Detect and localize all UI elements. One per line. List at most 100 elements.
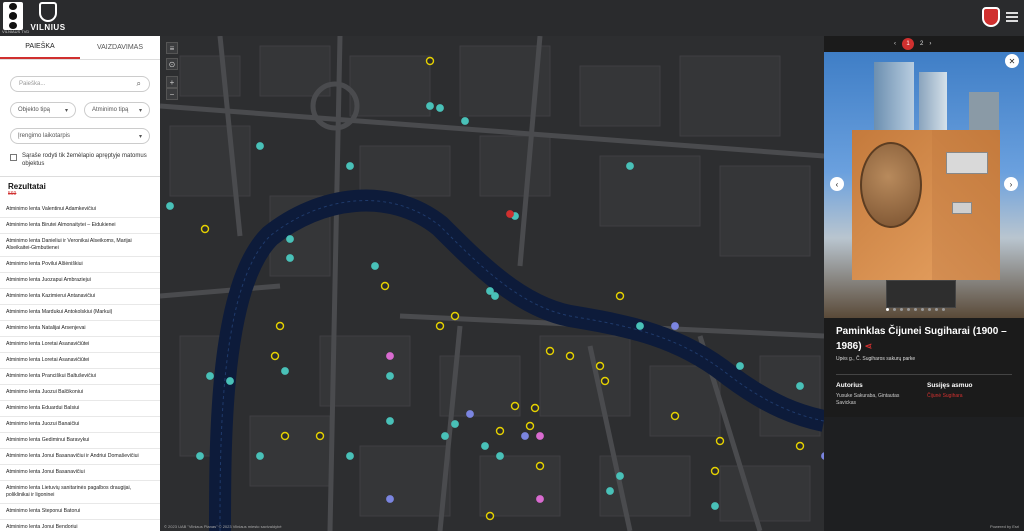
map-marker[interactable]	[226, 377, 234, 385]
next-photo-icon[interactable]: ›	[1004, 177, 1018, 191]
list-item[interactable]: Atminimo lenta Gediminui Baravykui	[0, 433, 160, 449]
map-marker[interactable]	[270, 351, 280, 361]
page-2[interactable]: 2	[920, 41, 923, 47]
zoom-in-button[interactable]: +	[166, 76, 178, 88]
memory-type-select[interactable]: Atminimo tipą ▾	[84, 102, 150, 118]
list-item[interactable]: Atminimo lenta Eduardui Balsiui	[0, 401, 160, 417]
map-marker[interactable]	[425, 56, 435, 66]
map-marker[interactable]	[521, 432, 529, 440]
list-item[interactable]: Atminimo lenta Juozui Banaičiui	[0, 417, 160, 433]
map-marker[interactable]	[315, 431, 325, 441]
map-marker[interactable]	[280, 431, 290, 441]
map-marker[interactable]	[736, 362, 744, 370]
list-item[interactable]: Atminimo lenta Kazimierui Antanavičiui	[0, 289, 160, 305]
map-marker[interactable]	[485, 511, 495, 521]
map-marker[interactable]	[206, 372, 214, 380]
locate-button[interactable]: ⊙	[166, 58, 178, 70]
map-marker[interactable]	[286, 235, 294, 243]
map-marker[interactable]	[451, 420, 459, 428]
map-marker[interactable]	[636, 322, 644, 330]
map-marker[interactable]	[670, 411, 680, 421]
map-marker[interactable]	[491, 292, 499, 300]
map-marker[interactable]	[795, 441, 805, 451]
list-item[interactable]: Atminimo lenta Jonui Bendoriui	[0, 520, 160, 531]
map-marker[interactable]	[715, 436, 725, 446]
map-marker[interactable]	[380, 281, 390, 291]
map-marker[interactable]	[626, 162, 634, 170]
map-marker[interactable]	[496, 452, 504, 460]
map-marker[interactable]	[386, 495, 394, 503]
tvd-logo[interactable]	[3, 2, 23, 30]
list-item[interactable]: Atminimo lenta Lietuvių sanitarinės paga…	[0, 481, 160, 504]
map-marker[interactable]	[595, 361, 605, 371]
map-marker[interactable]	[525, 421, 535, 431]
list-item[interactable]: Atminimo lenta Loretai Asanavičiūtei	[0, 337, 160, 353]
share-icon[interactable]: ⋖	[865, 341, 873, 351]
map-marker[interactable]	[256, 142, 264, 150]
map-marker[interactable]	[386, 417, 394, 425]
map-marker[interactable]	[256, 452, 264, 460]
map-marker[interactable]	[450, 311, 460, 321]
map-marker[interactable]	[616, 472, 624, 480]
map-marker[interactable]	[495, 426, 505, 436]
map-marker[interactable]	[796, 382, 804, 390]
visible-only-checkbox[interactable]	[10, 154, 17, 161]
map-marker[interactable]	[286, 254, 294, 262]
map-marker[interactable]	[346, 162, 354, 170]
map-marker[interactable]	[545, 346, 555, 356]
map-marker[interactable]	[606, 487, 614, 495]
list-item[interactable]: Atminimo lenta Juozui Balčikoniui	[0, 385, 160, 401]
list-item[interactable]: Atminimo lenta Pranciškui Baltuševičiui	[0, 369, 160, 385]
map-marker[interactable]	[196, 452, 204, 460]
list-item[interactable]: Atminimo lenta Jonui Basanavičiui	[0, 465, 160, 481]
tab-search[interactable]: PAIEŠKA	[0, 36, 80, 59]
map[interactable]: ≡ ⊙ + − © 2023 UAB "Vilniaus Planas" © 2…	[160, 36, 824, 531]
search-icon[interactable]: ⌕	[137, 79, 141, 89]
prev-photo-icon[interactable]: ‹	[830, 177, 844, 191]
tab-display[interactable]: VAIZDAVIMAS	[80, 36, 160, 59]
map-marker[interactable]	[461, 117, 469, 125]
map-marker[interactable]	[481, 442, 489, 450]
map-marker[interactable]	[600, 376, 610, 386]
search-input[interactable]: Paieška... ⌕	[10, 76, 150, 92]
map-marker[interactable]	[346, 452, 354, 460]
city-badge-icon[interactable]	[982, 7, 1000, 27]
map-marker[interactable]	[711, 502, 719, 510]
map-marker[interactable]	[506, 210, 514, 218]
map-marker[interactable]	[710, 466, 720, 476]
list-item[interactable]: Atminimo lenta Loretai Asanavičiūtei	[0, 353, 160, 369]
layers-button[interactable]: ≡	[166, 42, 178, 54]
page-1[interactable]: 1	[902, 38, 914, 50]
list-item[interactable]: Atminimo lenta Mardukui Antokolskiui (Ma…	[0, 305, 160, 321]
next-page-icon[interactable]: ›	[929, 41, 931, 47]
related-person-link[interactable]: Čijunė Sugihara	[927, 393, 963, 399]
map-marker[interactable]	[436, 104, 444, 112]
map-marker[interactable]	[386, 372, 394, 380]
list-item[interactable]: Atminimo lenta Birutei Almonaitytei – Ei…	[0, 218, 160, 234]
map-marker[interactable]	[441, 432, 449, 440]
list-item[interactable]: Atminimo lenta Juozapui Ambraziejui	[0, 273, 160, 289]
map-marker[interactable]	[535, 461, 545, 471]
map-marker[interactable]	[536, 495, 544, 503]
map-marker[interactable]	[565, 351, 575, 361]
map-marker[interactable]	[536, 432, 544, 440]
map-marker[interactable]	[371, 262, 379, 270]
map-marker[interactable]	[166, 202, 174, 210]
list-item[interactable]: Atminimo lenta Povilui Alšėniškiui	[0, 257, 160, 273]
map-marker[interactable]	[615, 291, 625, 301]
prev-page-icon[interactable]: ‹	[894, 41, 896, 47]
map-marker[interactable]	[426, 102, 434, 110]
close-icon[interactable]: ✕	[1005, 54, 1019, 68]
hamburger-menu-icon[interactable]	[1006, 12, 1018, 22]
map-marker[interactable]	[200, 224, 210, 234]
map-marker[interactable]	[530, 403, 540, 413]
list-item[interactable]: Atminimo lenta Danieliui ir Veronikai Al…	[0, 234, 160, 257]
object-type-select[interactable]: Objekto tipą ▾	[10, 102, 76, 118]
zoom-out-button[interactable]: −	[166, 88, 178, 100]
map-marker[interactable]	[281, 367, 289, 375]
map-marker[interactable]	[275, 321, 285, 331]
list-item[interactable]: Atminimo lenta Natalijai Arsenjevai	[0, 321, 160, 337]
map-marker[interactable]	[671, 322, 679, 330]
vilnius-logo[interactable]: VILNIUS	[28, 2, 68, 32]
list-item[interactable]: Atminimo lenta Valentinui Adamkevičiui	[0, 202, 160, 218]
